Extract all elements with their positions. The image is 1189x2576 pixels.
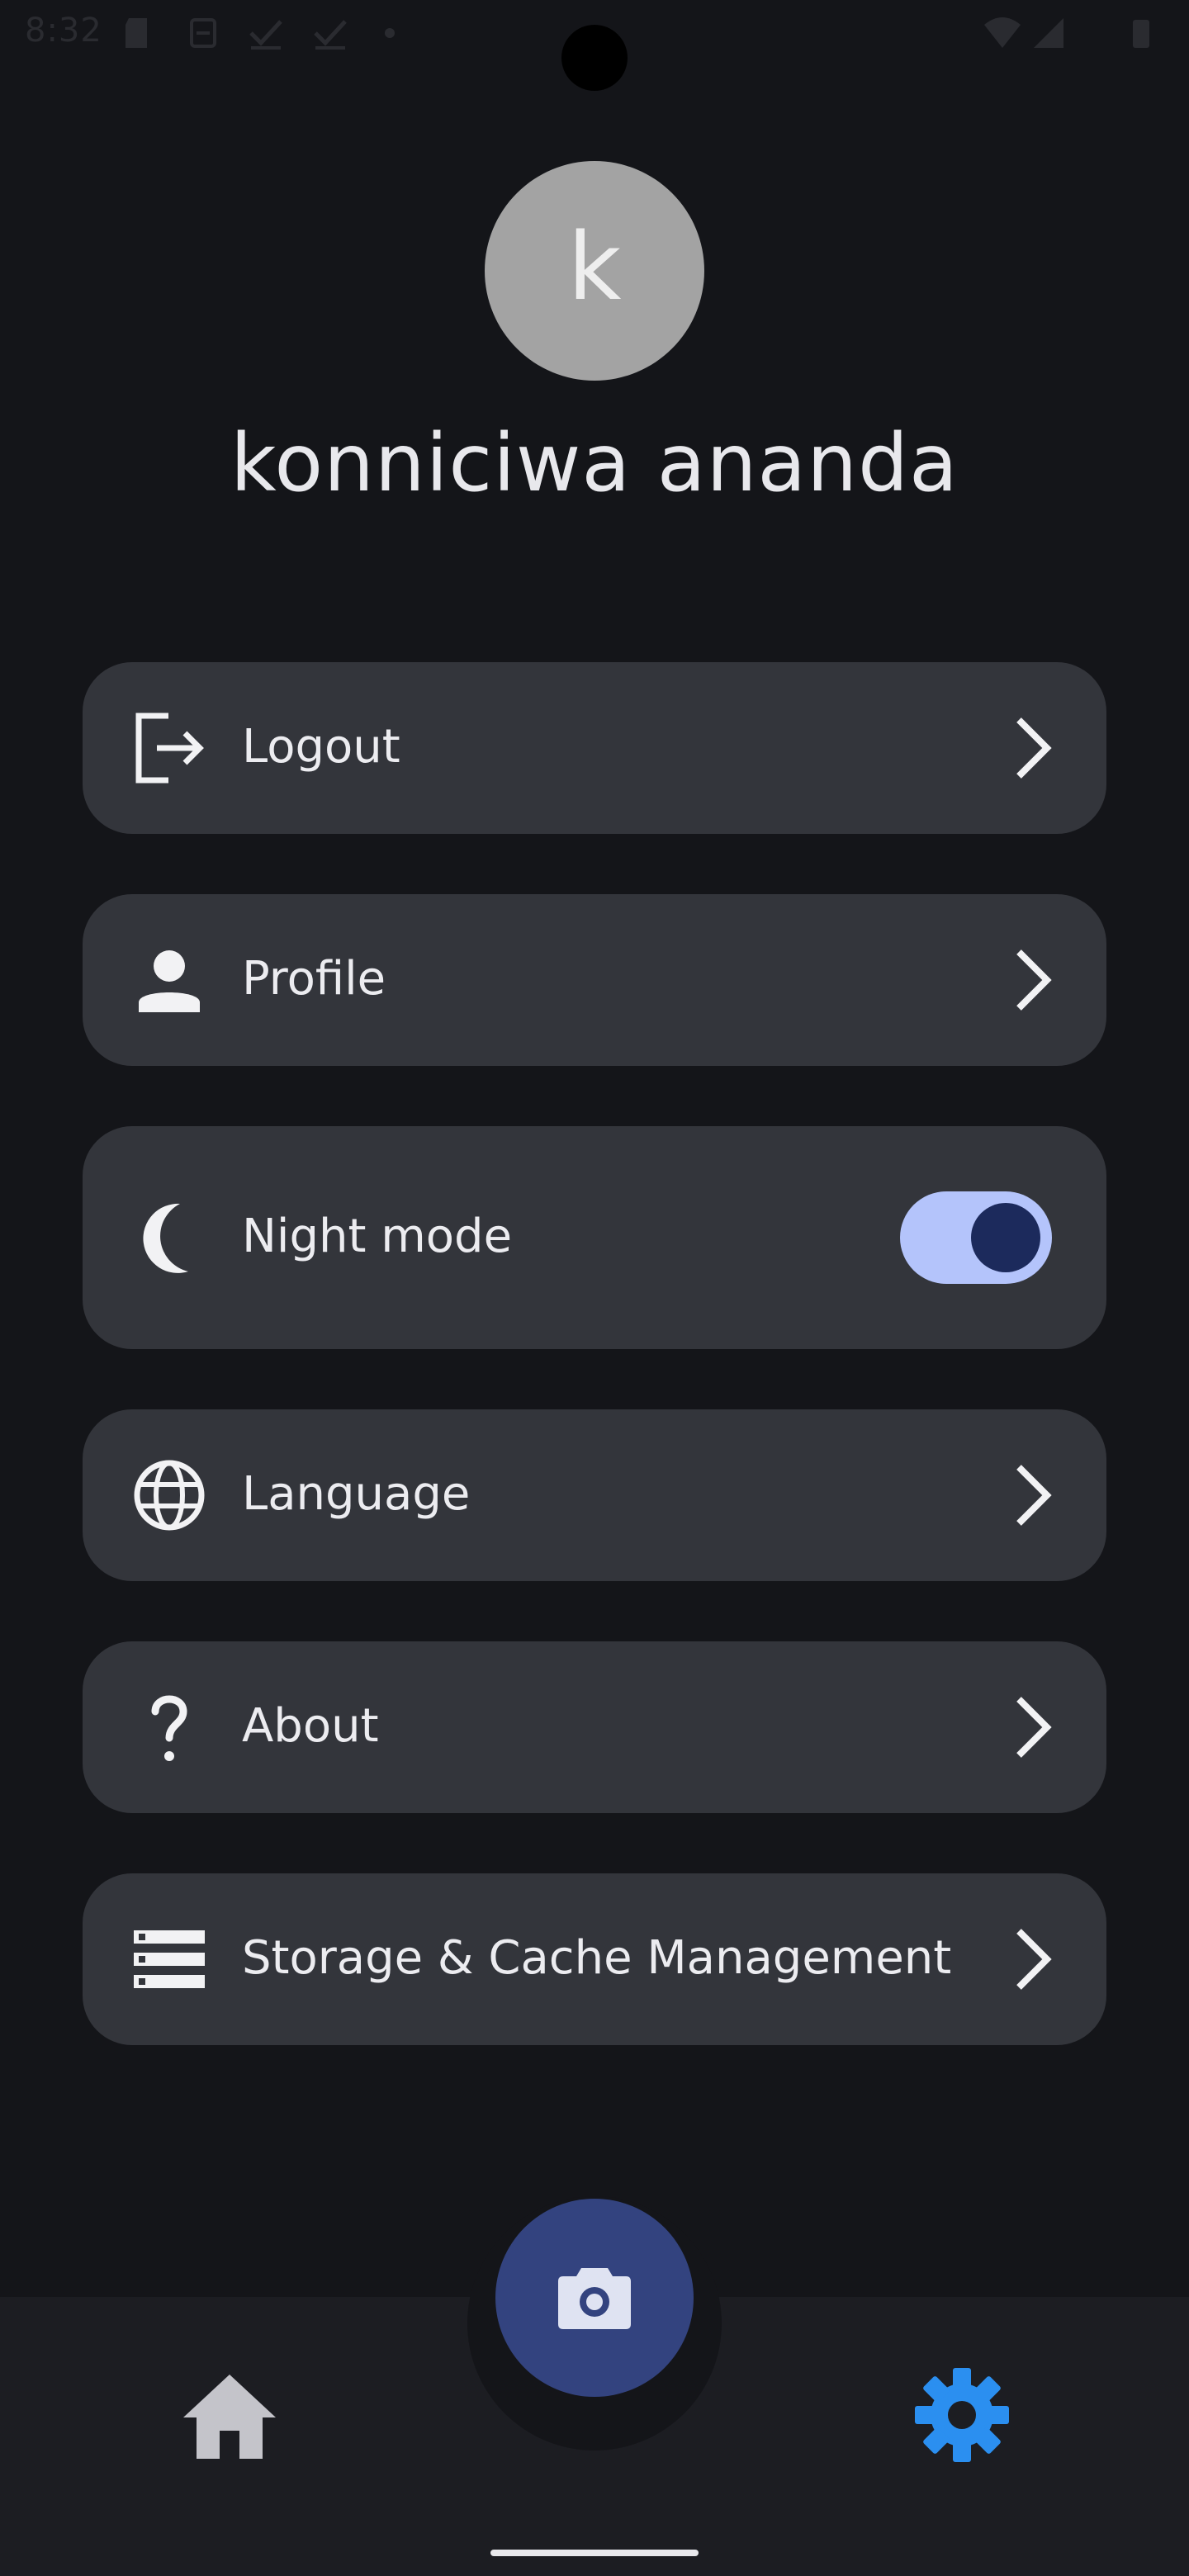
globe-icon: [132, 1458, 206, 1532]
chevron-right-icon: [1016, 1929, 1052, 1990]
storage-cache-row[interactable]: Storage & Cache Management: [83, 1873, 1106, 2045]
check-icon: [314, 20, 347, 50]
night-mode-toggle[interactable]: [900, 1191, 1052, 1284]
logout-row[interactable]: Logout: [83, 662, 1106, 834]
nav-home-button[interactable]: [178, 2365, 281, 2468]
sync-icon: [190, 18, 216, 48]
check-icon: [249, 20, 282, 50]
language-row[interactable]: Language: [83, 1409, 1106, 1581]
dot-icon: [385, 28, 395, 38]
camera-fab-button[interactable]: [495, 2199, 694, 2397]
language-label: Language: [242, 1467, 471, 1521]
status-time: 8:32: [25, 12, 102, 50]
profile-label: Profile: [242, 952, 386, 1006]
avatar-initial: k: [567, 214, 622, 321]
wifi-icon: [984, 17, 1021, 48]
home-icon: [183, 2375, 276, 2459]
logout-icon: [132, 711, 206, 785]
chevron-right-icon: [1016, 1465, 1052, 1526]
status-bar: 8:32: [0, 0, 1189, 91]
logout-label: Logout: [242, 720, 400, 774]
profile-row[interactable]: Profile: [83, 894, 1106, 1066]
night-mode-row: Night mode: [83, 1126, 1106, 1349]
home-indicator: [490, 2550, 699, 2556]
toggle-knob: [971, 1203, 1040, 1272]
avatar: k: [485, 161, 704, 381]
storage-icon: [132, 1922, 206, 1996]
about-row[interactable]: About: [83, 1641, 1106, 1813]
storage-cache-label: Storage & Cache Management: [242, 1931, 952, 1985]
user-name: konniciwa ananda: [230, 417, 959, 509]
chevron-right-icon: [1016, 949, 1052, 1011]
signal-icon: [1034, 18, 1063, 48]
battery-icon: [1133, 20, 1149, 48]
about-label: About: [242, 1699, 379, 1753]
camera-cutout: [561, 25, 628, 91]
sd-card-icon: [126, 18, 147, 48]
gear-icon: [915, 2368, 1009, 2462]
camera-icon: [558, 2268, 631, 2329]
person-icon: [132, 943, 206, 1017]
nav-settings-button[interactable]: [908, 2361, 1016, 2469]
night-mode-label: Night mode: [242, 1210, 513, 1263]
chevron-right-icon: [1016, 717, 1052, 779]
question-mark-icon: [132, 1690, 206, 1764]
chevron-right-icon: [1016, 1697, 1052, 1758]
moon-icon: [132, 1200, 206, 1275]
